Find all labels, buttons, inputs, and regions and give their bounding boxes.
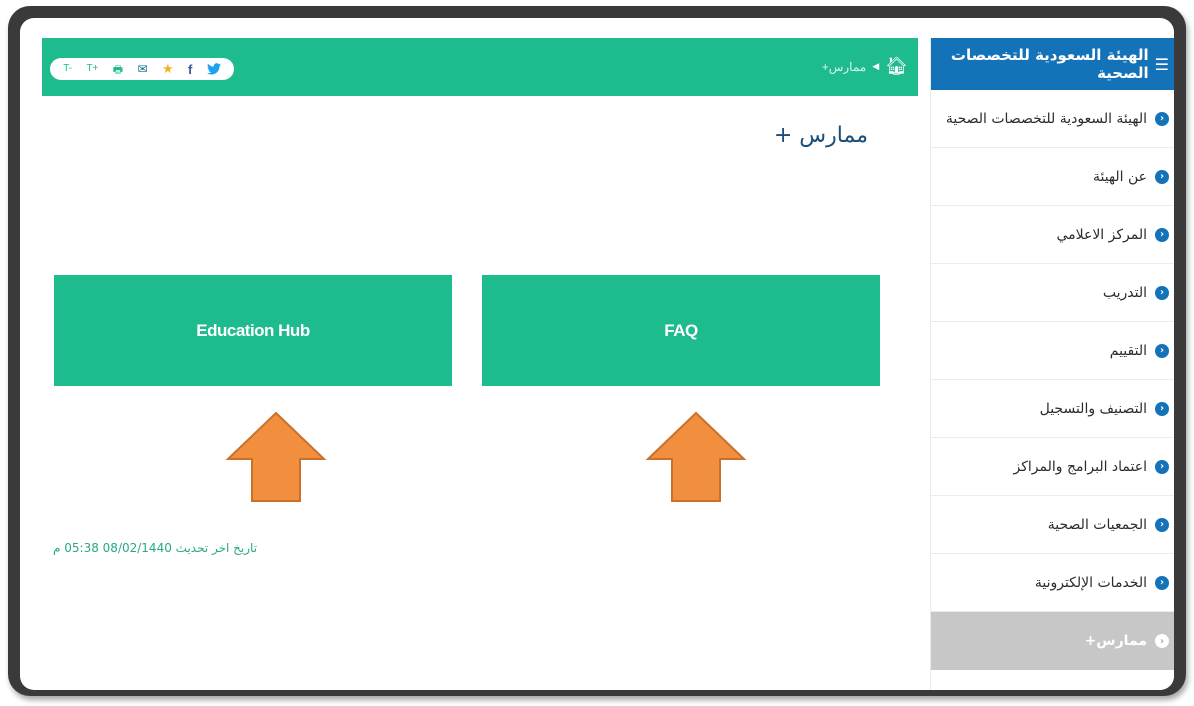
window-frame: T- T+ 🖶 ✉ ★ f 🏠︎ ◀ ممارس+ ممارس + Educat… <box>8 6 1186 696</box>
home-icon[interactable]: 🏠︎ <box>885 56 908 77</box>
sidebar-item-label: الجمعيات الصحية <box>1047 516 1147 533</box>
chevron-left-icon: ‹ <box>1155 634 1169 648</box>
faq-tile[interactable]: FAQ <box>482 275 880 386</box>
chevron-left-icon: ‹ <box>1155 575 1169 590</box>
sidebar-item-training[interactable]: ‹ التدريب <box>931 264 1174 322</box>
chevron-left-icon: ‹ <box>1155 111 1169 126</box>
font-increase-button[interactable]: T+ <box>86 64 98 74</box>
chevron-left-icon: ‹ <box>1155 227 1169 242</box>
sidebar-item-assessment[interactable]: ‹ التقييم <box>931 322 1174 380</box>
chevron-left-icon: ‹ <box>1155 343 1169 358</box>
breadcrumb-current[interactable]: ممارس+ <box>822 60 866 74</box>
up-arrow-icon <box>645 411 747 502</box>
sidebar-header-label: الهيئة السعودية للتخصصات الصحية <box>950 46 1149 82</box>
mail-icon[interactable]: ✉ <box>138 63 148 75</box>
sidebar-item-label: التصنيف والتسجيل <box>1039 400 1147 417</box>
sidebar-item-mumaris-plus[interactable]: ‹ ممارس+ <box>931 612 1174 670</box>
chevron-left-icon: ‹ <box>1155 459 1169 474</box>
screen: T- T+ 🖶 ✉ ★ f 🏠︎ ◀ ممارس+ ممارس + Educat… <box>20 18 1174 690</box>
chevron-left-icon: ‹ <box>1155 285 1169 300</box>
sidebar-item-label: اعتماد البرامج والمراكز <box>1013 458 1147 475</box>
education-hub-tile[interactable]: Education Hub <box>54 275 452 386</box>
sidebar: ☰ الهيئة السعودية للتخصصات الصحية ‹ الهي… <box>930 38 1174 690</box>
sidebar-item-e-services[interactable]: ‹ الخدمات الإلكترونية <box>931 554 1174 612</box>
facebook-icon[interactable]: f <box>188 63 192 76</box>
font-decrease-button[interactable]: T- <box>63 64 72 74</box>
sidebar-item-label: ممارس+ <box>1084 633 1147 649</box>
sidebar-item-scfhs[interactable]: ‹ الهيئة السعودية للتخصصات الصحية <box>931 90 1174 148</box>
breadcrumb-separator-icon: ◀ <box>872 61 880 72</box>
twitter-icon[interactable] <box>206 63 221 75</box>
share-toolbar: T- T+ 🖶 ✉ ★ f <box>50 58 234 80</box>
sidebar-item-health-societies[interactable]: ‹ الجمعيات الصحية <box>931 496 1174 554</box>
sidebar-item-classification[interactable]: ‹ التصنيف والتسجيل <box>931 380 1174 438</box>
last-update-text: تاريخ اخر تحديث 08/02/1440 05:38 م <box>53 541 258 555</box>
sidebar-header[interactable]: ☰ الهيئة السعودية للتخصصات الصحية <box>931 38 1174 90</box>
sidebar-item-label: الهيئة السعودية للتخصصات الصحية <box>945 110 1147 127</box>
sidebar-item-media-center[interactable]: ‹ المركز الاعلامي <box>931 206 1174 264</box>
chevron-left-icon: ‹ <box>1155 517 1169 532</box>
star-icon[interactable]: ★ <box>162 63 174 76</box>
chevron-left-icon: ‹ <box>1155 401 1169 416</box>
sidebar-item-accreditation[interactable]: ‹ اعتماد البرامج والمراكز <box>931 438 1174 496</box>
sidebar-item-label: المركز الاعلامي <box>1056 226 1147 243</box>
sidebar-item-about[interactable]: ‹ عن الهيئة <box>931 148 1174 206</box>
sidebar-item-label: الخدمات الإلكترونية <box>1034 574 1147 591</box>
menu-icon: ☰ <box>1154 54 1169 74</box>
up-arrow-icon <box>225 411 327 502</box>
sidebar-item-label: عن الهيئة <box>1092 168 1147 185</box>
top-bar: T- T+ 🖶 ✉ ★ f 🏠︎ ◀ ممارس+ <box>42 38 918 96</box>
sidebar-item-label: التقييم <box>1109 342 1147 359</box>
page-title: ممارس + <box>773 123 868 148</box>
breadcrumb: 🏠︎ ◀ ممارس+ <box>822 56 908 77</box>
chevron-left-icon: ‹ <box>1155 169 1169 184</box>
print-icon[interactable]: 🖶 <box>113 64 123 75</box>
sidebar-item-label: التدريب <box>1102 284 1147 301</box>
